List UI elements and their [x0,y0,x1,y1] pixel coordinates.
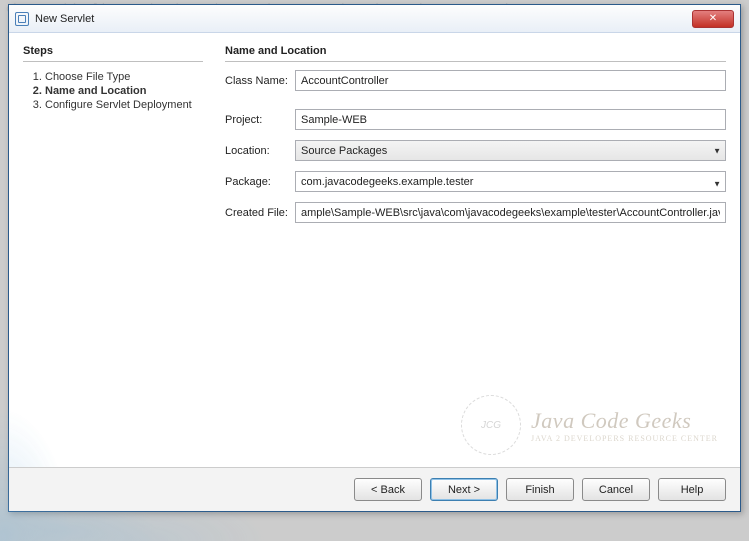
label-project: Project: [225,114,295,126]
location-select-value: Source Packages [301,145,707,157]
steps-heading: Steps [23,45,203,62]
window-title: New Servlet [35,13,94,25]
row-package: Package: ▼ [225,171,726,192]
label-package: Package: [225,176,295,188]
window-close-button[interactable]: ✕ [692,10,734,28]
row-created-file: Created File: [225,202,726,223]
back-button[interactable]: < Back [354,478,422,501]
button-bar: < Back Next > Finish Cancel Help [9,467,740,511]
steps-list: Choose File Type Name and Location Confi… [23,70,203,112]
row-location: Location: Source Packages ▼ [225,140,726,161]
steps-panel: Steps Choose File Type Name and Location… [23,45,213,511]
finish-button[interactable]: Finish [506,478,574,501]
package-combo[interactable]: ▼ [295,171,726,192]
step-name-and-location: Name and Location [45,84,203,98]
app-cube-icon [15,12,29,26]
row-project: Project: [225,109,726,130]
dialog-window: New Servlet ✕ Steps Choose File Type Nam… [8,4,741,512]
location-select[interactable]: Source Packages ▼ [295,140,726,161]
label-class-name: Class Name: [225,75,295,87]
form-panel: Name and Location Class Name: Project: L… [213,45,726,511]
chevron-down-icon: ▼ [713,146,721,155]
row-class-name: Class Name: [225,70,726,91]
created-file-field [295,202,726,223]
help-button[interactable]: Help [658,478,726,501]
next-button[interactable]: Next > [430,478,498,501]
label-location: Location: [225,145,295,157]
step-configure-servlet-deployment: Configure Servlet Deployment [45,98,203,112]
form-heading: Name and Location [225,45,726,62]
project-field [295,109,726,130]
package-input[interactable] [295,171,726,192]
cancel-button[interactable]: Cancel [582,478,650,501]
close-icon: ✕ [709,13,717,24]
dialog-body: Steps Choose File Type Name and Location… [9,33,740,511]
titlebar: New Servlet ✕ [9,5,740,33]
step-choose-file-type: Choose File Type [45,70,203,84]
class-name-input[interactable] [295,70,726,91]
label-created-file: Created File: [225,207,295,219]
